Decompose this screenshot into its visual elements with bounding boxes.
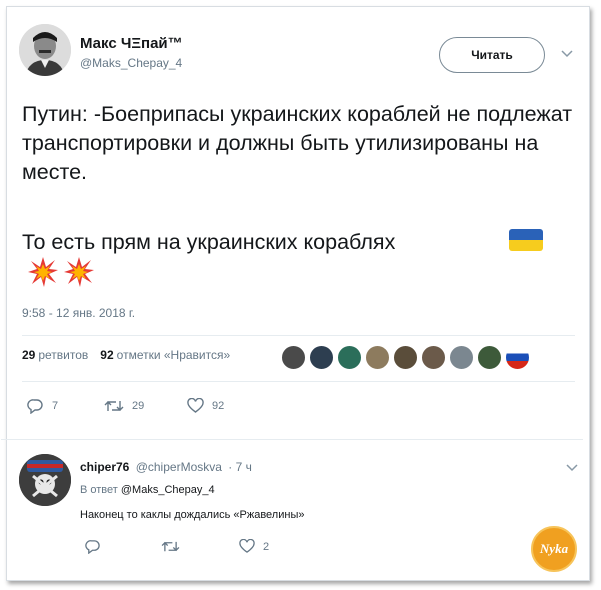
reply-retweet-action[interactable] [161, 539, 239, 554]
reply-time[interactable]: · 7 ч [228, 460, 252, 474]
reply-author-handle[interactable]: @chiperMoskva [136, 460, 222, 474]
divider [1, 439, 583, 440]
liker-avatar[interactable] [309, 345, 334, 370]
reply-like-count: 2 [263, 540, 270, 553]
likes-label[interactable]: отметки «Нравится» [117, 348, 231, 362]
tweet-timestamp[interactable]: 9:58 - 12 янв. 2018 г. [22, 306, 135, 320]
reply-count: 7 [52, 400, 59, 412]
reply-icon [27, 399, 43, 414]
ukraine-flag-icon [509, 229, 543, 251]
reply-icon [85, 540, 100, 554]
liker-avatar[interactable] [505, 345, 530, 370]
reply-action[interactable]: 7 [27, 398, 104, 414]
reply-like-action[interactable]: 2 [239, 539, 269, 554]
heart-icon [239, 539, 255, 553]
reply-author-avatar[interactable] [19, 454, 71, 506]
likes-count[interactable]: 92 [100, 348, 113, 362]
like-action[interactable]: 92 [187, 398, 224, 414]
reply-reply-action[interactable] [85, 539, 161, 554]
author-name[interactable]: Макс ЧΞпай™ [80, 35, 183, 52]
collision-icon [28, 257, 58, 287]
tweet-actions: 7 29 92 [27, 398, 224, 414]
retweets-label[interactable]: ретвитов [38, 348, 88, 362]
liker-avatar[interactable] [281, 345, 306, 370]
heart-icon [187, 398, 204, 413]
author-handle[interactable]: @Maks_Chepay_4 [80, 56, 182, 70]
reply-to-label: В ответ [80, 484, 118, 496]
liker-avatar[interactable] [365, 345, 390, 370]
watermark-logo: Nyka [531, 526, 577, 572]
reply-to-line: В ответ @Maks_Chepay_4 [80, 484, 215, 496]
retweets-count[interactable]: 29 [22, 348, 35, 362]
liker-avatar[interactable] [337, 345, 362, 370]
retweet-action[interactable]: 29 [104, 398, 187, 414]
retweet-icon [104, 401, 124, 411]
tweet-stats: 29 ретвитов 92 отметки «Нравится» [22, 348, 230, 362]
reply-text: Наконец то каклы дождались «Ржавелины» [80, 509, 305, 521]
reply-author-name[interactable]: chiper76 [80, 460, 129, 474]
chevron-down-icon[interactable] [560, 46, 574, 60]
liker-avatar[interactable] [449, 345, 474, 370]
watermark-text: Nyka [539, 541, 569, 556]
tweet-text: Путин: -Боеприпасы украинских кораблей н… [22, 102, 573, 184]
divider [22, 381, 575, 382]
tweet-text-line2: То есть прям на украинских кораблях [22, 230, 396, 254]
author-avatar[interactable] [19, 24, 71, 76]
retweet-icon [161, 541, 180, 552]
chevron-down-icon[interactable] [565, 460, 579, 474]
follow-button[interactable]: Читать [439, 37, 545, 73]
reply-to-handle[interactable]: @Maks_Chepay_4 [121, 484, 215, 496]
divider [22, 335, 575, 336]
reply-actions: 2 [85, 539, 269, 554]
collision-icon [64, 257, 94, 287]
like-count: 92 [212, 400, 225, 412]
liker-avatar[interactable] [477, 345, 502, 370]
retweet-count: 29 [132, 400, 145, 412]
reply-author: chiper76 @chiperMoskva · 7 ч [80, 460, 252, 474]
liker-avatar[interactable] [393, 345, 418, 370]
liker-avatar[interactable] [421, 345, 446, 370]
likers-avatars [281, 345, 533, 370]
